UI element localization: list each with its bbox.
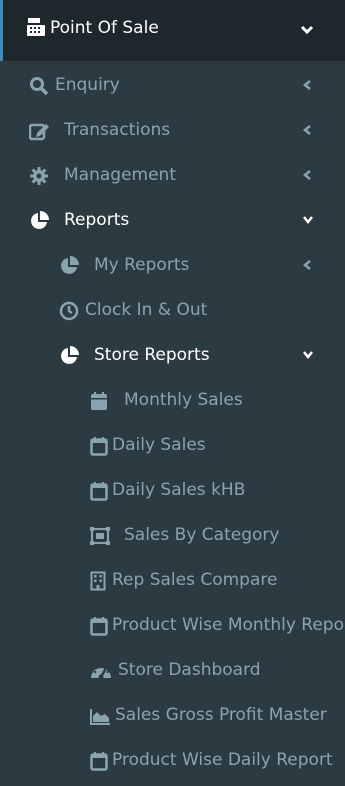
chevron-left-icon xyxy=(302,124,314,136)
sidebar-item-label: Enquiry xyxy=(55,75,120,95)
submenu-item-label: Product Wise Monthly Report xyxy=(112,615,345,635)
calendar-icon xyxy=(89,481,109,501)
clock-icon xyxy=(59,301,79,321)
submenu-item-label: Monthly Sales xyxy=(124,390,243,410)
pie-chart-icon xyxy=(59,256,79,276)
sidebar-item-my-reports[interactable]: My Reports xyxy=(0,242,345,287)
submenu-item-sales-gross-profit-master[interactable]: Sales Gross Profit Master xyxy=(0,692,345,737)
sidebar-item-label: Reports xyxy=(64,210,130,230)
calendar-icon xyxy=(89,616,109,636)
sidebar-item-enquiry[interactable]: Enquiry xyxy=(0,62,345,107)
menu-header-point-of-sale[interactable]: Point Of Sale xyxy=(0,0,345,61)
sidebar-item-label: Management xyxy=(64,165,176,185)
cash-register-icon xyxy=(25,16,47,38)
sidebar-item-transactions[interactable]: Transactions xyxy=(0,107,345,152)
menu-header-label: Point Of Sale xyxy=(50,18,159,38)
chevron-down-icon xyxy=(302,214,314,226)
dashboard-icon xyxy=(89,661,111,681)
calendar-icon xyxy=(89,751,109,771)
object-group-icon xyxy=(89,526,110,546)
gear-icon xyxy=(29,166,49,186)
edit-icon xyxy=(29,121,49,141)
sidebar-item-label: Clock In & Out xyxy=(85,300,208,320)
submenu-item-label: Daily Sales kHB xyxy=(112,480,246,500)
chevron-left-icon xyxy=(302,259,314,271)
chevron-down-icon xyxy=(300,24,314,36)
submenu-item-label: Daily Sales xyxy=(112,435,206,455)
pie-chart-icon xyxy=(29,211,49,231)
calendar-solid-icon xyxy=(89,391,109,411)
sidebar-item-label: Store Reports xyxy=(94,345,210,365)
search-icon xyxy=(29,76,49,96)
chevron-down-icon xyxy=(302,349,314,361)
submenu-item-daily-sales[interactable]: Daily Sales xyxy=(0,422,345,467)
chevron-left-icon xyxy=(302,169,314,181)
submenu-item-rep-sales-compare[interactable]: Rep Sales Compare xyxy=(0,557,345,602)
sidebar-item-clock-in-out[interactable]: Clock In & Out xyxy=(0,287,345,332)
area-chart-icon xyxy=(89,706,110,726)
sidebar-item-reports[interactable]: Reports xyxy=(0,197,345,242)
calendar-icon xyxy=(89,436,109,456)
pie-chart-icon xyxy=(59,346,79,366)
sidebar-item-label: Transactions xyxy=(64,120,171,140)
submenu-item-label: Rep Sales Compare xyxy=(112,570,278,590)
sidebar-item-management[interactable]: Management xyxy=(0,152,345,197)
submenu-item-monthly-sales[interactable]: Monthly Sales xyxy=(0,377,345,422)
building-icon xyxy=(89,571,109,591)
chevron-left-icon xyxy=(302,79,314,91)
submenu-item-sales-by-category[interactable]: Sales By Category xyxy=(0,512,345,557)
submenu-item-label: Store Dashboard xyxy=(118,660,261,680)
submenu-item-store-dashboard[interactable]: Store Dashboard xyxy=(0,647,345,692)
submenu-item-label: Sales By Category xyxy=(124,525,280,545)
submenu-item-product-wise-monthly-report[interactable]: Product Wise Monthly Report xyxy=(0,602,345,647)
sidebar-item-label: My Reports xyxy=(94,255,190,275)
submenu-item-daily-sales-khb[interactable]: Daily Sales kHB xyxy=(0,467,345,512)
submenu-item-product-wise-daily-report[interactable]: Product Wise Daily Report xyxy=(0,737,345,782)
sidebar-item-store-reports[interactable]: Store Reports xyxy=(0,332,345,377)
submenu-item-label: Sales Gross Profit Master xyxy=(115,705,327,725)
submenu-item-label: Product Wise Daily Report xyxy=(112,750,333,770)
